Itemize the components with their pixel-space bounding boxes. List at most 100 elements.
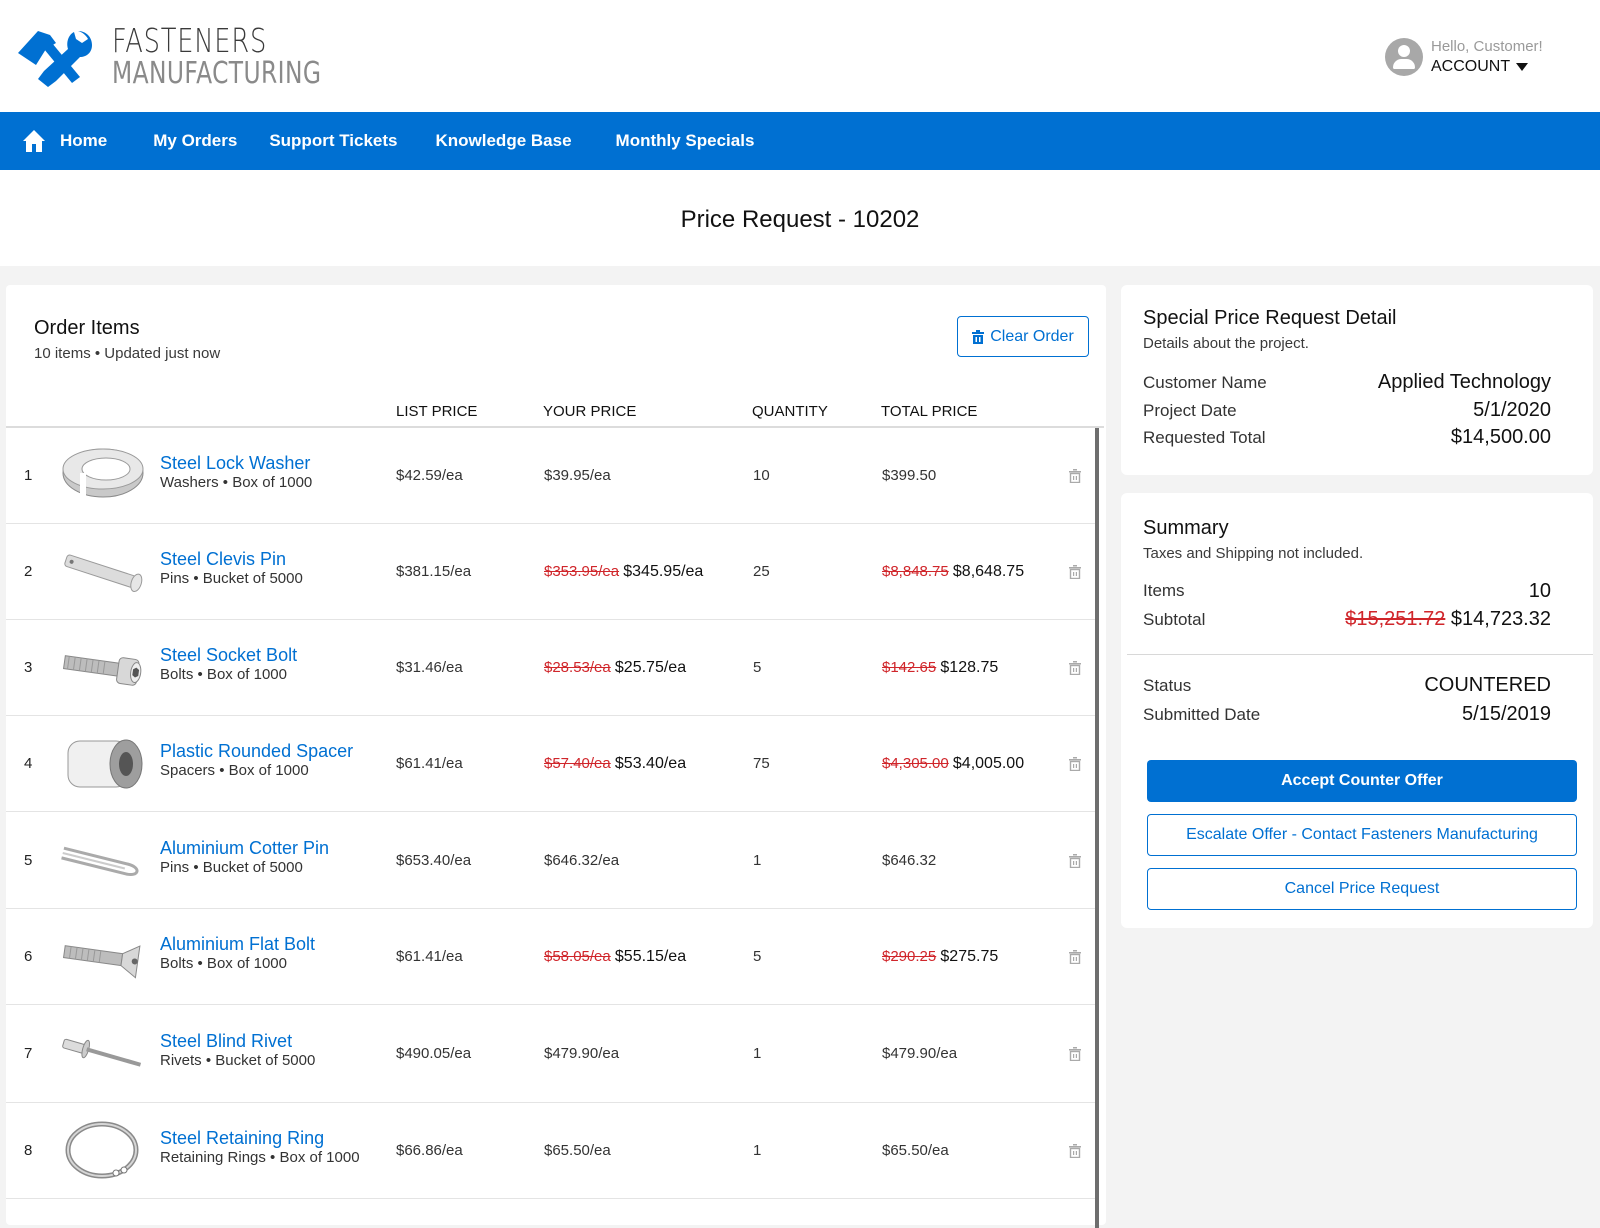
column-header-total-price[interactable]: TOTAL PRICE (881, 403, 977, 420)
total-price-current: $479.90/ea (882, 1045, 958, 1062)
table-row: 5 Aluminium Cotter Pin Pins • Bucket of 50… (6, 812, 1095, 909)
clear-order-label: Clear Order (990, 327, 1074, 345)
subtotal-countered: $14,723.32 (1450, 608, 1551, 630)
your-price-current: $55.15/ea (614, 948, 687, 965)
row-number: 8 (24, 1142, 33, 1159)
product-name-link[interactable]: Plastic Rounded Spacer (160, 741, 353, 762)
product-name-link[interactable]: Steel Retaining Ring (160, 1128, 324, 1149)
product-image-retaining-ring[interactable] (58, 1118, 148, 1184)
product-meta: Rivets • Bucket of 5000 (160, 1052, 316, 1069)
customer-name-label: Customer Name (1143, 373, 1267, 392)
subtotal-original: $15,251.72 (1345, 608, 1446, 630)
table-row: 3 Steel Socket Bolt Bolts • Box of 1000 $31… (6, 620, 1095, 716)
product-image-socket-bolt[interactable] (58, 635, 148, 701)
column-header-list-price[interactable]: LIST PRICE (396, 403, 477, 420)
total-price: $142.65 $128.75 (882, 659, 998, 677)
your-price-original: $28.53/ea (544, 659, 611, 676)
your-price-current: $39.95/ea (544, 467, 611, 484)
total-price: $8,848.75 $8,648.75 (882, 563, 1024, 581)
product-meta: Bolts • Box of 1000 (160, 955, 287, 972)
product-image-flat-bolt[interactable] (58, 924, 148, 990)
row-number: 2 (24, 563, 33, 580)
submitted-date-value: 5/15/2019 (1462, 703, 1551, 725)
product-image-lock-washer[interactable] (58, 443, 148, 509)
delete-item-trash-icon[interactable] (1069, 1144, 1081, 1159)
account-dropdown[interactable]: ACCOUNT (1431, 57, 1543, 77)
total-price: $399.50 (882, 467, 936, 484)
total-price: $4,305.00 $4,005.00 (882, 755, 1024, 773)
product-image-cotter-pin[interactable] (58, 828, 148, 894)
your-price-original: $58.05/ea (544, 948, 611, 965)
summary-subtitle: Taxes and Shipping not included. (1143, 545, 1364, 562)
user-avatar-icon (1385, 38, 1423, 77)
row-number: 7 (24, 1045, 33, 1062)
detail-title: Special Price Request Detail (1143, 307, 1397, 329)
your-price: $479.90/ea (544, 1045, 619, 1062)
greeting-text: Hello, Customer! (1431, 38, 1543, 55)
main-nav: Home My Orders Support Tickets Knowledge… (0, 112, 1600, 170)
delete-item-trash-icon[interactable] (1069, 565, 1081, 580)
product-image-spacer[interactable] (58, 731, 148, 797)
detail-subtitle: Details about the project. (1143, 335, 1309, 352)
delete-item-trash-icon[interactable] (1069, 757, 1081, 772)
product-name-link[interactable]: Steel Blind Rivet (160, 1031, 292, 1052)
table-row: 8 Steel Retaining Ring Retaining Rings • B… (6, 1103, 1095, 1199)
nav-item-knowledge-base[interactable]: Knowledge Base (435, 131, 571, 151)
account-menu[interactable]: Hello, Customer! ACCOUNT (1385, 38, 1543, 77)
delete-item-trash-icon[interactable] (1069, 854, 1081, 869)
your-price-current: $345.95/ea (623, 563, 704, 580)
table-scrollbar[interactable] (1095, 428, 1099, 1228)
column-header-your-price[interactable]: YOUR PRICE (543, 403, 636, 420)
product-name-link[interactable]: Aluminium Flat Bolt (160, 934, 315, 955)
requested-total-label: Requested Total (1143, 428, 1266, 447)
your-price: $28.53/ea $25.75/ea (544, 659, 686, 677)
your-price: $39.95/ea (544, 467, 611, 484)
brand-logo[interactable]: FASTENERS MANUFACTURING (16, 24, 380, 89)
table-row: 1 Steel Lock Washer Washers • Box of 1000 $… (6, 428, 1095, 524)
nav-item-my-orders[interactable]: My Orders (153, 131, 237, 151)
row-number: 4 (24, 755, 33, 772)
home-icon (23, 130, 45, 152)
nav-item-support-tickets[interactable]: Support Tickets (269, 131, 397, 151)
your-price-original: $57.40/ea (544, 755, 611, 772)
list-price: $42.59/ea (396, 467, 463, 484)
product-image-blind-rivet[interactable] (58, 1021, 148, 1087)
product-name-link[interactable]: Steel Socket Bolt (160, 645, 297, 666)
quantity: 1 (753, 852, 762, 869)
product-meta: Washers • Box of 1000 (160, 474, 313, 491)
column-header-quantity[interactable]: QUANTITY (752, 403, 828, 420)
product-name-link[interactable]: Steel Lock Washer (160, 453, 310, 474)
escalate-offer-button[interactable]: Escalate Offer - Contact Fasteners Manuf… (1147, 814, 1577, 856)
order-items-title: Order Items (34, 317, 140, 339)
product-name-link[interactable]: Steel Clevis Pin (160, 549, 286, 570)
nav-label-knowledge-base: Knowledge Base (435, 131, 572, 150)
your-price-current: $479.90/ea (544, 1045, 620, 1062)
delete-item-trash-icon[interactable] (1069, 1047, 1081, 1062)
nav-item-monthly-specials[interactable]: Monthly Specials (616, 131, 755, 151)
cancel-price-request-button[interactable]: Cancel Price Request (1147, 868, 1577, 910)
delete-item-trash-icon[interactable] (1069, 661, 1081, 676)
site-header: FASTENERS MANUFACTURING Hello, Customer!… (0, 0, 1600, 112)
nav-item-home[interactable]: Home (22, 129, 107, 153)
product-image-clevis-pin[interactable] (58, 539, 148, 605)
clear-order-button[interactable]: Clear Order (957, 316, 1089, 357)
list-price: $66.86/ea (396, 1142, 463, 1159)
your-price: $65.50/ea (544, 1142, 611, 1159)
list-price: $653.40/ea (396, 852, 472, 869)
product-name-link[interactable]: Aluminium Cotter Pin (160, 838, 329, 859)
your-price: $353.95/ea $345.95/ea (544, 563, 703, 581)
total-price-current: $646.32 (882, 852, 937, 869)
quantity: 25 (753, 563, 770, 580)
title-bar: Price Request - 10202 (0, 170, 1600, 266)
delete-item-trash-icon[interactable] (1069, 469, 1081, 484)
quantity: 5 (753, 948, 762, 965)
accept-counter-offer-button[interactable]: Accept Counter Offer (1147, 760, 1577, 802)
table-row: 4 Plastic Rounded Spacer Spacers • Box of … (6, 716, 1095, 812)
account-label: ACCOUNT (1431, 57, 1511, 75)
delete-item-trash-icon[interactable] (1069, 950, 1081, 965)
row-number: 3 (24, 659, 33, 676)
items-label: Items (1143, 581, 1185, 600)
total-price-current: $65.50/ea (882, 1142, 949, 1159)
subtotal-label: Subtotal (1143, 610, 1206, 629)
order-items-card: Order Items 10 items • Updated just now … (6, 285, 1106, 1228)
